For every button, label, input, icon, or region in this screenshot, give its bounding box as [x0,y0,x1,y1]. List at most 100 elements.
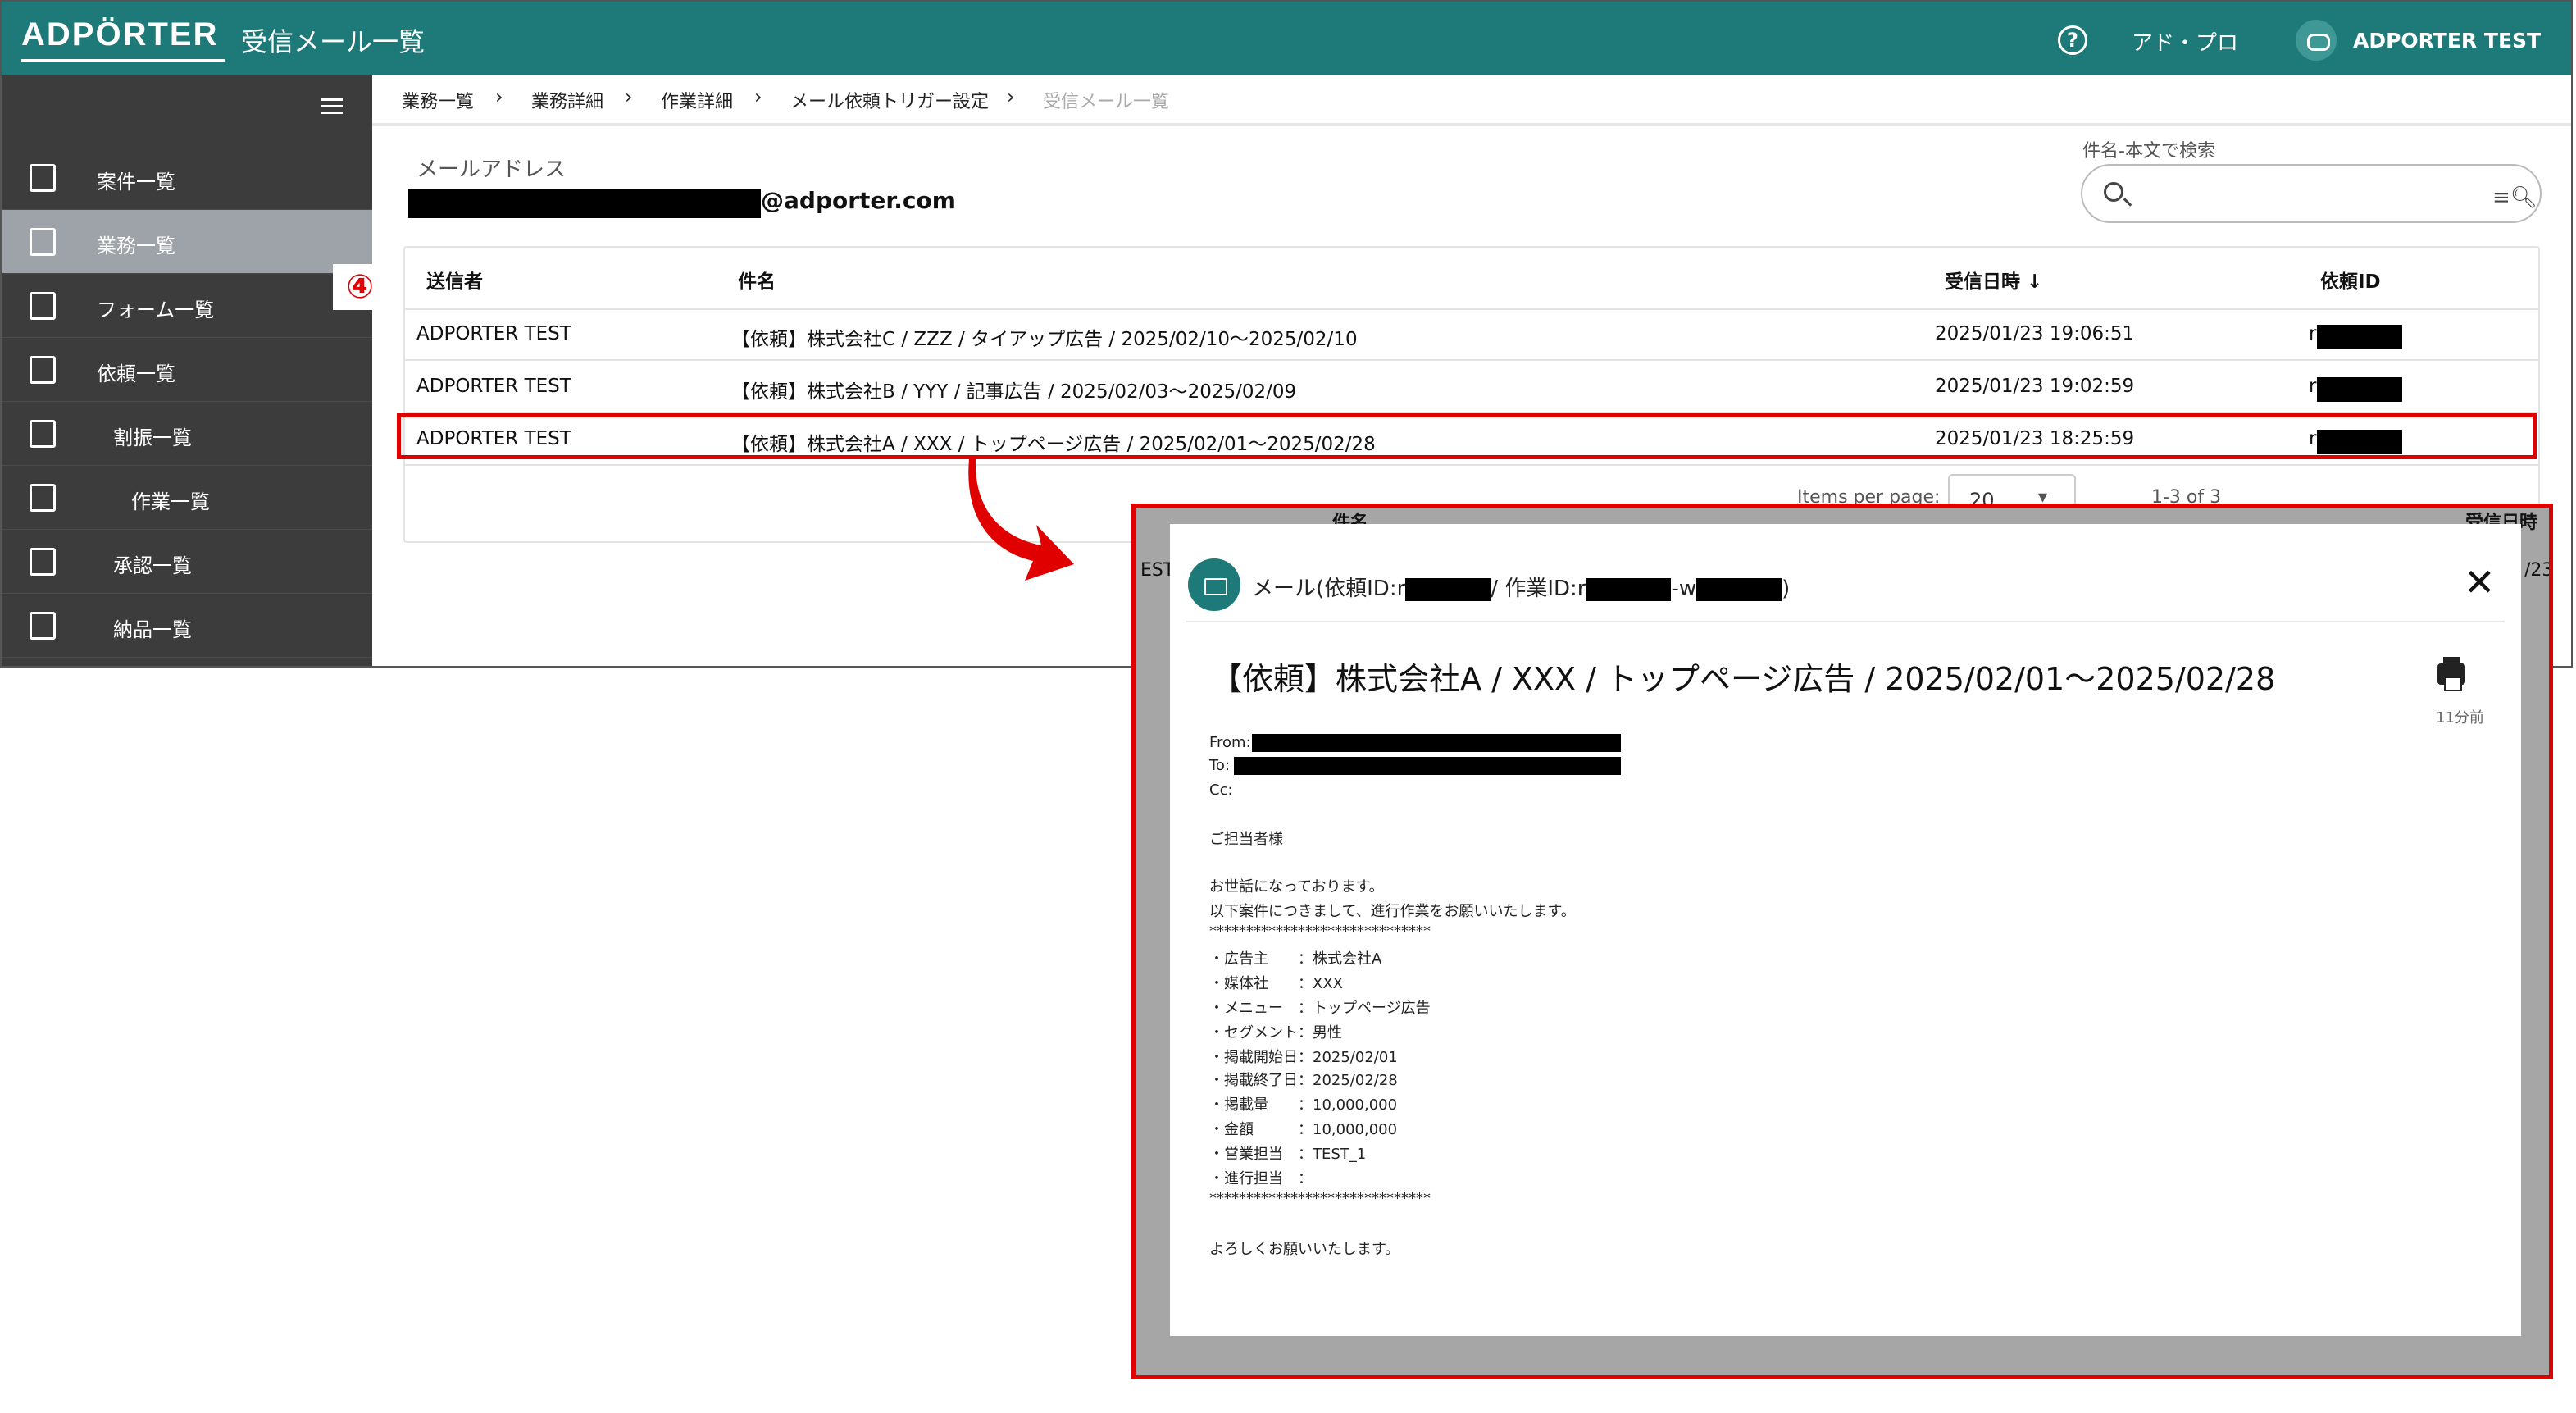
cell-request-id: r [2309,323,2317,344]
redacted-block [1586,577,1672,601]
mail-relative-time: 11分前 [2436,709,2484,727]
user-name[interactable]: ADPORTER TEST [2353,29,2541,52]
redacted-block [1405,577,1491,601]
login-icon [30,356,56,384]
search-icon [2104,182,2123,202]
cell-subject: 【依頼】株式会社C / ZZZ / タイアップ広告 / 2025/02/10〜2… [731,329,1358,350]
user-avatar-icon[interactable] [2296,20,2337,61]
filter-search-icon[interactable]: ≡🔍︎ [2492,185,2537,210]
sidebar-item-works[interactable]: 作業一覧 [2,466,372,530]
truck-icon [30,612,56,640]
mail-body-line: ・メニュー ：トップページ広告 [1209,1000,1431,1017]
sidebar-item-approvals[interactable]: 承認一覧 [2,530,372,594]
sidebar-item-label: 承認一覧 [113,554,192,577]
help-icon[interactable]: ? [2058,25,2087,55]
app-logo[interactable]: ADPÖRTER [21,16,218,53]
sidebar: 案件一覧 業務一覧 フォーム一覧 依頼一覧 割振一覧 作業一覧 承認一覧 納品一… [2,75,372,666]
sidebar-item-label: フォーム一覧 [97,299,215,321]
table-row[interactable]: ADPORTER TEST 【依頼】株式会社C / ZZZ / タイアップ広告 … [405,310,2538,361]
col-header-sender[interactable]: 送信者 [426,266,483,294]
sidebar-item-label: 業務一覧 [97,235,175,258]
breadcrumb-item[interactable]: メール依頼トリガー設定 [790,87,989,113]
sidebar-item-deliveries[interactable]: 納品一覧 [2,594,372,658]
cell-sender: ADPORTER TEST [416,376,571,397]
col-header-subject[interactable]: 件名 [738,266,776,294]
monitor-icon [30,484,56,512]
sidebar-item-label: 依頼一覧 [97,362,175,385]
mail-body-line: ・掲載終了日：2025/02/28 [1209,1072,1398,1089]
search-input[interactable] [2140,177,2468,213]
page-title: 受信メール一覧 [241,26,426,57]
behind-cell-text: /23 [2524,560,2553,581]
dialog-title: メール(依頼ID:r / 作業ID:r -w) [1252,572,1790,602]
document-icon [30,164,56,192]
hamburger-menu-icon[interactable] [321,98,343,101]
col-header-received[interactable]: 受信日時 ↓ [1945,266,2042,294]
dialog-header: メール(依頼ID:r / 作業ID:r -w) ✕ [1170,524,2521,619]
mail-cc-label: Cc: [1209,782,1233,799]
mail-address-domain: @adporter.com [761,187,956,214]
sidebar-item-requests[interactable]: 依頼一覧 [2,338,372,402]
sidebar-item-label: 割振一覧 [113,426,192,449]
building-icon [30,228,56,256]
cell-received: 2025/01/23 19:06:51 [1935,323,2135,344]
cell-received: 2025/01/23 19:02:59 [1935,376,2135,397]
cell-subject: 【依頼】株式会社B / YYY / 記事広告 / 2025/02/03〜2025… [731,381,1297,403]
chevron-right-icon: › [1007,85,1015,108]
table-row[interactable]: ADPORTER TEST 【依頼】株式会社B / YYY / 記事広告 / 2… [405,362,2538,413]
dialog-divider [1186,621,2505,622]
mail-body-line: ****************************** [1209,1190,1431,1207]
mail-subject: 【依頼】株式会社A / XXX / トップページ広告 / 2025/02/01〜… [1211,661,2276,697]
redacted-block [408,189,761,218]
mail-body-line: ・営業担当 ：TEST_1 [1209,1146,1367,1163]
mail-body-line: ・進行担当 ： [1209,1170,1313,1187]
form-icon [30,292,56,320]
selected-row-highlight [397,413,2537,459]
mail-icon [1188,558,1240,611]
dialog-zoom-frame: 件名 受信日時 EST /23 メール(依頼ID:r / 作業ID:r -w) ✕ … [1131,504,2553,1379]
dialog-title-mid2: -w [1671,577,1697,601]
breadcrumb-item[interactable]: 作業詳細 [661,87,733,113]
sidebar-item-tasks[interactable]: 業務一覧 [2,210,372,274]
chevron-right-icon: › [754,85,762,108]
search-field[interactable]: ≡🔍︎ [2081,164,2542,223]
redacted-block [1234,757,1621,775]
sidebar-item-projects[interactable]: 案件一覧 [2,146,372,210]
breadcrumb-item[interactable]: 業務詳細 [531,87,603,113]
dialog-title-prefix: メール(依頼ID:r [1252,577,1406,601]
mail-dialog: メール(依頼ID:r / 作業ID:r -w) ✕ 【依頼】株式会社A / XXX … [1170,524,2521,1336]
mail-body-line: ・セグメント：男性 [1209,1024,1342,1042]
mail-body-line: ****************************** [1209,923,1431,940]
mail-address-label: メールアドレス [416,157,567,182]
dialog-title-mid: / 作業ID:r [1491,577,1586,601]
mail-to-label: To: [1209,757,1231,774]
step-number-badge: ④ [333,264,387,310]
chevron-right-icon: › [625,85,633,108]
app-header: ADPÖRTER 受信メール一覧 ? アド・プロ ADPORTER TEST [2,2,2571,75]
breadcrumb-item[interactable]: 業務一覧 [402,87,474,113]
redacted-block [1696,577,1782,601]
mail-from-label: From: [1209,734,1251,751]
mail-body-line: ・掲載開始日：2025/02/01 [1209,1049,1398,1066]
sidebar-item-forms[interactable]: フォーム一覧 [2,274,372,338]
search-label: 件名-本文で検索 [2082,141,2215,162]
header-org-link[interactable]: アド・プロ [2132,26,2238,57]
people-icon [30,420,56,448]
dialog-title-suffix: ) [1782,577,1791,601]
mail-body-line: よろしくお願いいたします。 [1209,1241,1400,1258]
sidebar-item-label: 作業一覧 [131,490,210,513]
redacted-block [2317,377,2402,402]
logo-underline [21,59,225,62]
mail-body-line: ご担当者様 [1209,831,1283,848]
breadcrumb: 業務一覧 › 業務詳細 › 作業詳細 › メール依頼トリガー設定 › 受信メール… [372,75,2571,126]
breadcrumb-current: 受信メール一覧 [1043,92,1170,112]
mail-body-line: ・掲載量 ：10,000,000 [1209,1096,1398,1114]
close-icon[interactable]: ✕ [2464,563,2496,601]
col-header-request-id[interactable]: 依頼ID [2320,266,2381,294]
sidebar-item-assignments[interactable]: 割振一覧 [2,402,372,466]
print-icon[interactable] [2437,657,2465,691]
cell-sender: ADPORTER TEST [416,323,571,344]
mail-body-line: ・広告主 ：株式会社A [1209,950,1382,968]
approval-icon [30,548,56,576]
mail-body-line: ・金額 ：10,000,000 [1209,1121,1398,1138]
